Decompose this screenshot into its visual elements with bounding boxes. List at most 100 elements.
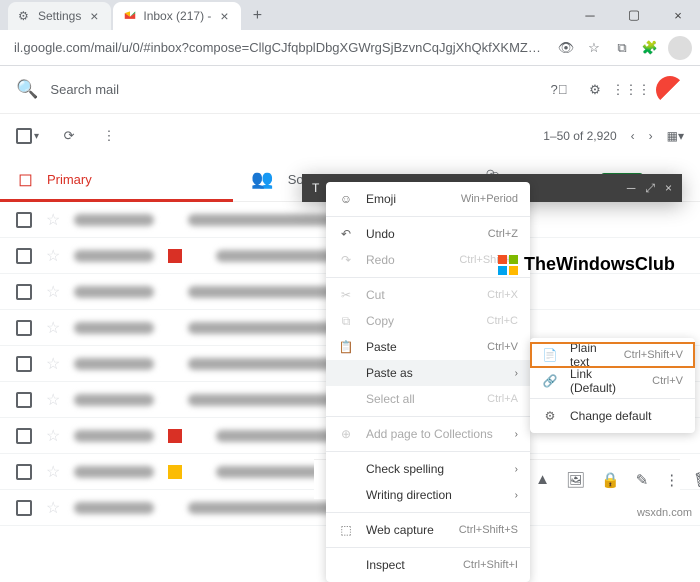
tab-inbox[interactable]: Inbox (217) - × <box>113 2 241 30</box>
search-icon: 🔍 <box>16 79 38 100</box>
chevron-right-icon: › <box>515 464 518 475</box>
star-icon[interactable]: ☆ <box>46 354 60 374</box>
more-icon[interactable]: ⋮ <box>99 126 119 146</box>
separator <box>326 277 530 278</box>
submenu-change-default[interactable]: ⚙Change default <box>530 403 695 429</box>
gmail-tab-icon <box>123 9 137 23</box>
emoji-icon: ☺ <box>338 192 354 206</box>
close-icon[interactable]: × <box>665 181 672 196</box>
link-icon: 🔗 <box>542 374 558 388</box>
inbox-toolbar: ▾ ⟳ ⋮ 1–50 of 2,920 ‹ › ▦▾ <box>0 114 700 158</box>
row-checkbox[interactable] <box>16 428 32 444</box>
paste-icon: 📋 <box>338 340 354 354</box>
gmail-header: 🔍 Search mail ?⃝ ⚙ ⋮⋮⋮ <box>0 66 700 114</box>
collections-icon: ⊕ <box>338 427 354 441</box>
maximize-button[interactable]: ▢ <box>612 0 656 30</box>
undo-icon: ↶ <box>338 227 354 241</box>
search-placeholder: Search mail <box>50 82 119 97</box>
row-checkbox[interactable] <box>16 464 32 480</box>
address-bar: il.google.com/mail/u/0/#inbox?compose=Cl… <box>0 30 700 66</box>
url-field[interactable]: il.google.com/mail/u/0/#inbox?compose=Cl… <box>8 40 548 55</box>
row-checkbox[interactable] <box>16 500 32 516</box>
compose-title: T <box>312 181 319 195</box>
row-checkbox[interactable] <box>16 320 32 336</box>
menu-inspect[interactable]: InspectCtrl+Shift+I <box>326 552 530 578</box>
menu-copy: ⧉CopyCtrl+C <box>326 308 530 334</box>
watermark: TheWindowsClub <box>498 254 675 275</box>
sender <box>74 286 154 298</box>
row-checkbox[interactable] <box>16 356 32 372</box>
expand-icon[interactable]: ⤢ <box>645 181 655 196</box>
menu-paste[interactable]: 📋PasteCtrl+V <box>326 334 530 360</box>
submenu-plain-text[interactable]: 📄Plain textCtrl+Shift+V <box>530 342 695 368</box>
search-box[interactable]: 🔍 Search mail <box>16 79 536 100</box>
inbox-icon: ◻ <box>18 169 33 190</box>
new-tab-button[interactable]: + <box>243 2 271 30</box>
menu-emoji[interactable]: ☺EmojiWin+Period <box>326 186 530 212</box>
gear-icon: ⚙ <box>542 409 558 423</box>
separator <box>326 512 530 513</box>
star-icon[interactable]: ☆ <box>46 210 60 230</box>
redo-icon: ↷ <box>338 253 354 267</box>
menu-capture[interactable]: ⬚Web captureCtrl+Shift+S <box>326 517 530 543</box>
menu-undo[interactable]: ↶UndoCtrl+Z <box>326 221 530 247</box>
account-avatar[interactable] <box>656 76 684 104</box>
settings-tab-icon: ⚙ <box>18 9 32 23</box>
star-icon[interactable]: ☆ <box>46 282 60 302</box>
label-yellow <box>168 465 182 479</box>
star-icon[interactable]: ☆ <box>584 38 604 58</box>
label-red <box>168 429 182 443</box>
prev-page-icon[interactable]: ‹ <box>631 129 635 143</box>
select-dropdown[interactable]: ▾ <box>34 131 39 142</box>
star-icon[interactable]: ☆ <box>46 426 60 446</box>
next-page-icon[interactable]: › <box>649 129 653 143</box>
apps-icon[interactable]: ⋮⋮⋮ <box>620 79 642 101</box>
close-icon[interactable]: × <box>217 9 231 23</box>
tab-primary[interactable]: ◻ Primary <box>0 158 233 201</box>
reader-icon[interactable]: 👁 <box>556 38 576 58</box>
minimize-icon[interactable]: ─ <box>627 181 636 196</box>
select-all-checkbox[interactable] <box>16 128 32 144</box>
confidential-icon[interactable]: 🔒 <box>601 471 620 489</box>
menu-spelling[interactable]: Check spelling› <box>326 456 530 482</box>
capture-icon: ⬚ <box>338 523 354 537</box>
plain-text-icon: 📄 <box>542 348 558 362</box>
separator <box>326 547 530 548</box>
drive-icon[interactable]: ▲ <box>535 471 550 488</box>
close-icon[interactable]: × <box>87 9 101 23</box>
star-icon[interactable]: ☆ <box>46 390 60 410</box>
star-icon[interactable]: ☆ <box>46 462 60 482</box>
submenu-link[interactable]: 🔗Link (Default)Ctrl+V <box>530 368 695 394</box>
label-red <box>168 249 182 263</box>
row-checkbox[interactable] <box>16 212 32 228</box>
people-icon: 👥 <box>251 169 273 190</box>
star-icon[interactable]: ☆ <box>46 246 60 266</box>
row-checkbox[interactable] <box>16 248 32 264</box>
trash-icon[interactable]: 🗑 <box>693 471 700 489</box>
separator <box>530 398 695 399</box>
row-checkbox[interactable] <box>16 284 32 300</box>
paste-as-submenu: 📄Plain textCtrl+Shift+V 🔗Link (Default)C… <box>530 338 695 433</box>
tab-settings[interactable]: ⚙ Settings × <box>8 2 111 30</box>
close-button[interactable]: × <box>656 0 700 30</box>
gear-icon[interactable]: ⚙ <box>584 79 606 101</box>
minimize-button[interactable]: ─ <box>568 0 612 30</box>
star-icon[interactable]: ☆ <box>46 498 60 518</box>
help-icon[interactable]: ?⃝ <box>548 79 570 101</box>
extensions-icon[interactable]: 🧩 <box>640 38 660 58</box>
tab-title: Settings <box>38 9 81 23</box>
profile-avatar[interactable] <box>668 36 692 60</box>
cut-icon: ✂ <box>338 288 354 302</box>
collections-icon[interactable]: ⧉ <box>612 38 632 58</box>
windows-logo-icon <box>498 255 518 275</box>
image-icon[interactable]: 🖼 <box>566 471 585 489</box>
menu-paste-as[interactable]: Paste as› <box>326 360 530 386</box>
star-icon[interactable]: ☆ <box>46 318 60 338</box>
refresh-icon[interactable]: ⟳ <box>59 126 79 146</box>
more-icon[interactable]: ⋮ <box>664 471 679 489</box>
sender <box>74 466 154 478</box>
menu-direction[interactable]: Writing direction› <box>326 482 530 508</box>
row-checkbox[interactable] <box>16 392 32 408</box>
pen-icon[interactable]: ✎ <box>636 471 649 489</box>
input-tools-icon[interactable]: ▦▾ <box>667 129 684 143</box>
